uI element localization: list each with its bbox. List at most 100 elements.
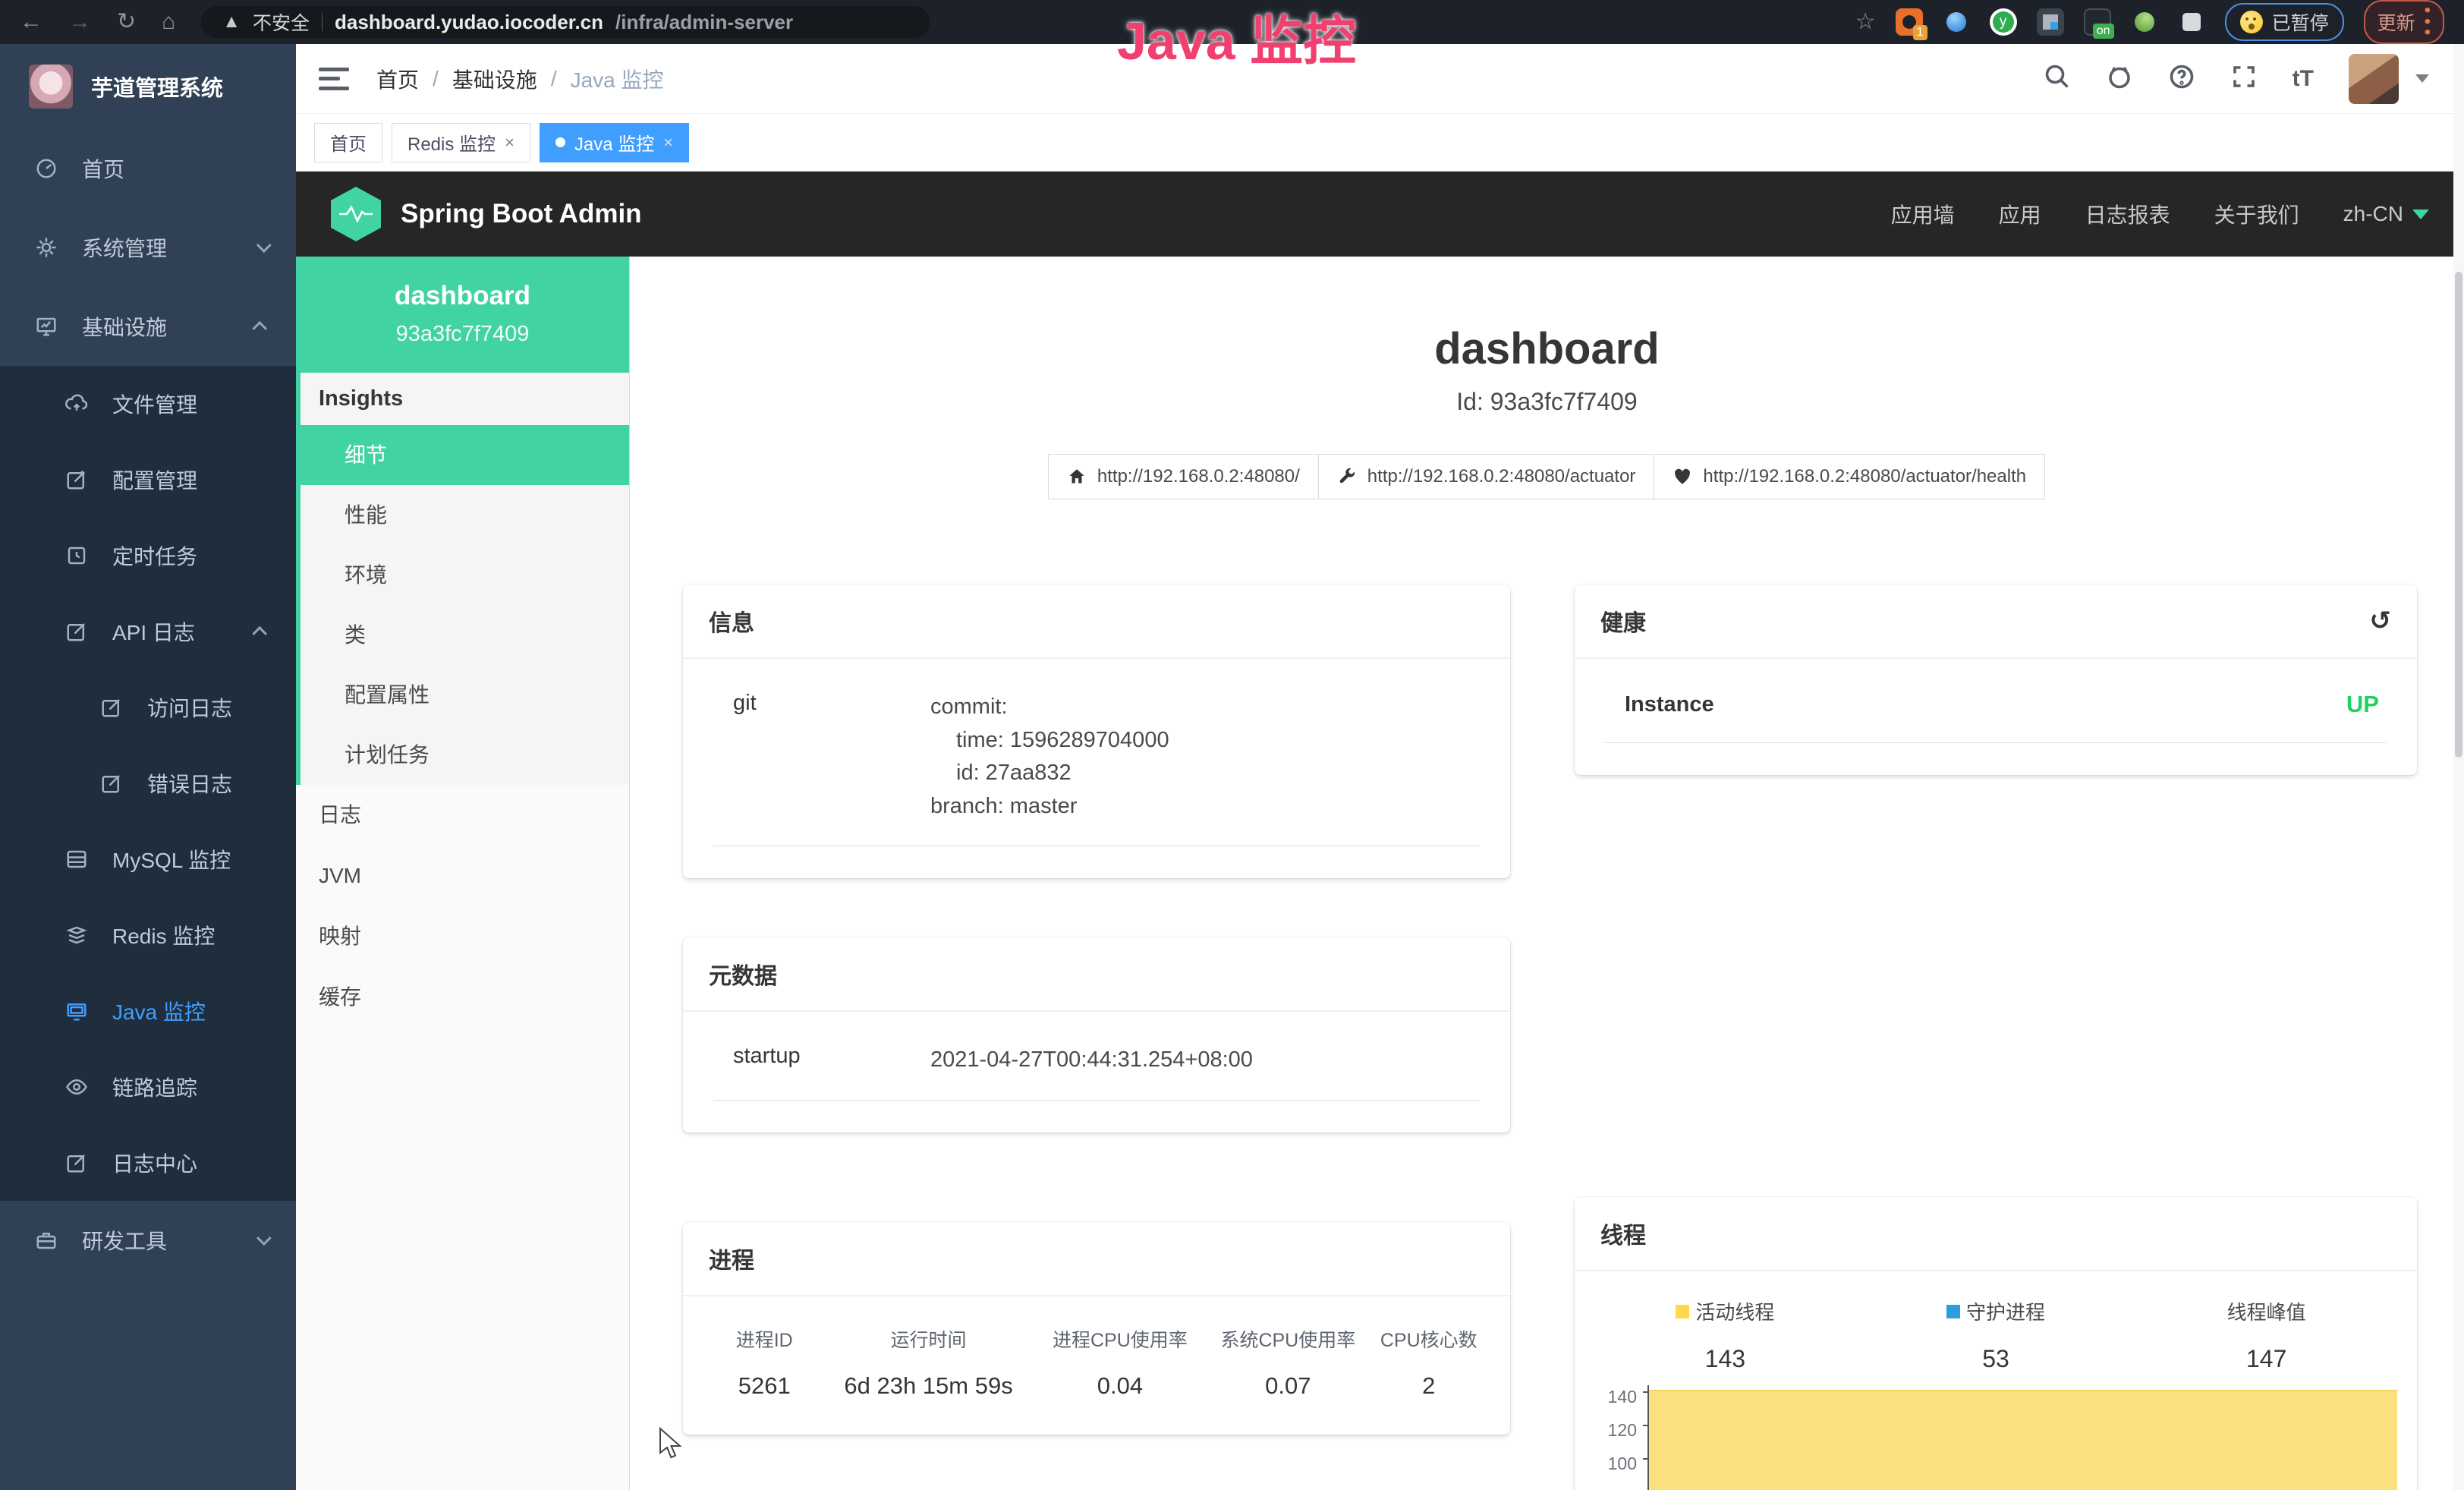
service-url-chip[interactable]: http://192.168.0.2:48080/	[1048, 454, 1319, 499]
chrome-update-button[interactable]: 更新 •••	[2364, 0, 2444, 44]
sba-side-item-caches[interactable]: 缓存	[296, 967, 629, 1028]
sba-locale-select[interactable]: zh-CN	[2343, 202, 2429, 226]
sidebar-item-scheduled-jobs[interactable]: 定时任务	[0, 518, 296, 594]
tab-dot	[555, 137, 565, 147]
sidebar-item-config-manage[interactable]: 配置管理	[0, 442, 296, 518]
text-size-icon[interactable]: tT	[2292, 66, 2314, 92]
sba-side-item-config-props[interactable]: 配置属性	[301, 665, 629, 725]
sidebar-item-java-monitor[interactable]: Java 监控	[0, 973, 296, 1049]
search-icon[interactable]	[2044, 63, 2071, 94]
health-card: 健康 ↺ Instance UP	[1575, 584, 2417, 775]
instance-id-line: Id: 93a3fc7f7409	[630, 388, 2464, 416]
tab-redis-monitor[interactable]: Redis 监控 ×	[392, 123, 530, 162]
legend-swatch-active-threads	[1676, 1305, 1689, 1318]
sba-side-item-details[interactable]: 细节	[301, 425, 629, 485]
hamburger-icon[interactable]	[319, 66, 349, 92]
sba-side-item-logs[interactable]: 日志	[296, 785, 629, 846]
chevron-down-icon	[256, 238, 272, 253]
extensions-puzzle-icon[interactable]	[2178, 8, 2205, 36]
extension-icon-1[interactable]: 1	[1896, 8, 1923, 36]
sba-nav-journal[interactable]: 日志报表	[2085, 199, 2170, 229]
caret-down-icon[interactable]	[2415, 74, 2429, 83]
page-scrollbar[interactable]	[2453, 44, 2464, 1490]
table-row: git commit: time: 1596289704000 id: 27aa…	[713, 691, 1480, 846]
chevron-up-icon	[252, 626, 267, 641]
extension-grid-icon[interactable]	[2037, 8, 2064, 36]
sba-side-item-classes[interactable]: 类	[301, 605, 629, 665]
back-icon[interactable]: ←	[20, 11, 42, 33]
sba-side-item-scheduled-tasks[interactable]: 计划任务	[301, 725, 629, 785]
infra-submenu: 文件管理 配置管理 定时任务 API 日志 访问日志 错误日志	[0, 366, 296, 1201]
menu-dots-icon[interactable]: •••	[2425, 5, 2431, 39]
sidebar-item-home[interactable]: 首页	[0, 129, 296, 208]
process-card: 进程 进程ID 运行时间 进程CPU使用率 系统CPU使用率 CP	[683, 1222, 1510, 1435]
tab-close-icon[interactable]: ×	[663, 133, 673, 153]
tab-java-monitor[interactable]: Java 监控 ×	[540, 123, 689, 162]
schedule-icon	[64, 543, 90, 569]
scrollbar-thumb[interactable]	[2455, 272, 2462, 758]
cloud-upload-icon	[64, 391, 90, 417]
bookmark-star-icon[interactable]: ☆	[1855, 11, 1876, 33]
table-row: Instance UP	[1605, 691, 2387, 743]
warning-icon[interactable]: ▲	[222, 11, 241, 33]
legend-swatch-daemon-threads	[1946, 1305, 1960, 1318]
extension-icon-3[interactable]: on	[2084, 8, 2111, 36]
sba-nav-wallboard[interactable]: 应用墙	[1891, 199, 1955, 229]
sba-side-item-mappings[interactable]: 映射	[296, 906, 629, 967]
threads-area-chart: 140 120 100	[1590, 1385, 2402, 1490]
sba-side-item-environment[interactable]: 环境	[301, 545, 629, 605]
health-url-chip[interactable]: http://192.168.0.2:48080/actuator/health	[1654, 454, 2045, 499]
sba-side-item-jvm[interactable]: JVM	[296, 846, 629, 906]
reload-icon[interactable]: ↻	[117, 11, 136, 33]
actuator-url-chip[interactable]: http://192.168.0.2:48080/actuator	[1318, 454, 1655, 499]
chevron-down-icon	[256, 1230, 272, 1246]
sidebar-item-redis-monitor[interactable]: Redis 监控	[0, 897, 296, 973]
sidebar-item-access-logs[interactable]: 访问日志	[0, 669, 296, 745]
address-bar[interactable]: ▲ 不安全 dashboard.yudao.iocoder.cn/infra/a…	[201, 6, 930, 38]
sidebar-item-mysql-monitor[interactable]: MySQL 监控	[0, 821, 296, 897]
avatar[interactable]	[2349, 54, 2399, 104]
fullscreen-icon[interactable]	[2230, 63, 2258, 94]
tags-view-bar: 首页 Redis 监控 × Java 监控 ×	[296, 114, 2464, 172]
sba-side-item-metrics[interactable]: 性能	[301, 485, 629, 545]
url-host: dashboard.yudao.iocoder.cn	[335, 11, 603, 34]
breadcrumb: 首页 / 基础设施 / Java 监控	[376, 64, 664, 94]
sba-nav-applications[interactable]: 应用	[1999, 199, 2041, 229]
extension-pin-icon[interactable]	[1943, 8, 1970, 36]
sba-nav-about[interactable]: 关于我们	[2214, 199, 2299, 229]
tab-close-icon[interactable]: ×	[505, 133, 515, 153]
table-row: startup 2021-04-27T00:44:31.254+08:00	[713, 1044, 1480, 1101]
tab-home[interactable]: 首页	[314, 123, 382, 162]
log-icon	[99, 770, 124, 796]
sidebar-item-log-center[interactable]: 日志中心	[0, 1125, 296, 1201]
edit-icon	[64, 467, 90, 493]
extension-icon-2[interactable]: y	[1990, 8, 2017, 36]
sba-logo-icon[interactable]	[331, 187, 381, 241]
sidebar-item-system[interactable]: 系统管理	[0, 208, 296, 287]
sidebar-item-api-logs[interactable]: API 日志	[0, 594, 296, 669]
extension-leaf-icon[interactable]	[2131, 8, 2158, 36]
log-icon	[64, 619, 90, 644]
toolbox-icon	[33, 1227, 59, 1253]
sidebar-item-file-manage[interactable]: 文件管理	[0, 366, 296, 442]
sidebar-item-dev-tools[interactable]: 研发工具	[0, 1201, 296, 1280]
app-logo-row[interactable]: 芋道管理系统	[0, 44, 296, 129]
sidebar-item-tracing[interactable]: 链路追踪	[0, 1049, 296, 1125]
github-icon[interactable]	[2106, 63, 2133, 94]
help-icon[interactable]	[2168, 63, 2195, 94]
home-icon[interactable]: ⌂	[162, 11, 175, 33]
url-path: /infra/admin-server	[615, 11, 793, 34]
sidebar-item-infra[interactable]: 基础设施	[0, 287, 296, 366]
forward-icon[interactable]: →	[68, 11, 91, 33]
process-card-title: 进程	[709, 1242, 754, 1275]
sba-instance-header[interactable]: dashboard 93a3fc7f7409	[296, 257, 629, 373]
breadcrumb-home[interactable]: 首页	[376, 64, 419, 94]
app-title: 芋道管理系统	[91, 71, 223, 102]
sba-brand-title[interactable]: Spring Boot Admin	[401, 199, 642, 229]
chevron-down-icon	[2412, 209, 2429, 219]
sidebar-item-error-logs[interactable]: 错误日志	[0, 745, 296, 821]
history-icon[interactable]: ↺	[2370, 608, 2392, 634]
profile-paused-chip[interactable]: 已暂停	[2225, 3, 2344, 41]
gear-icon	[33, 235, 59, 260]
extension-on-badge: on	[2093, 24, 2114, 39]
